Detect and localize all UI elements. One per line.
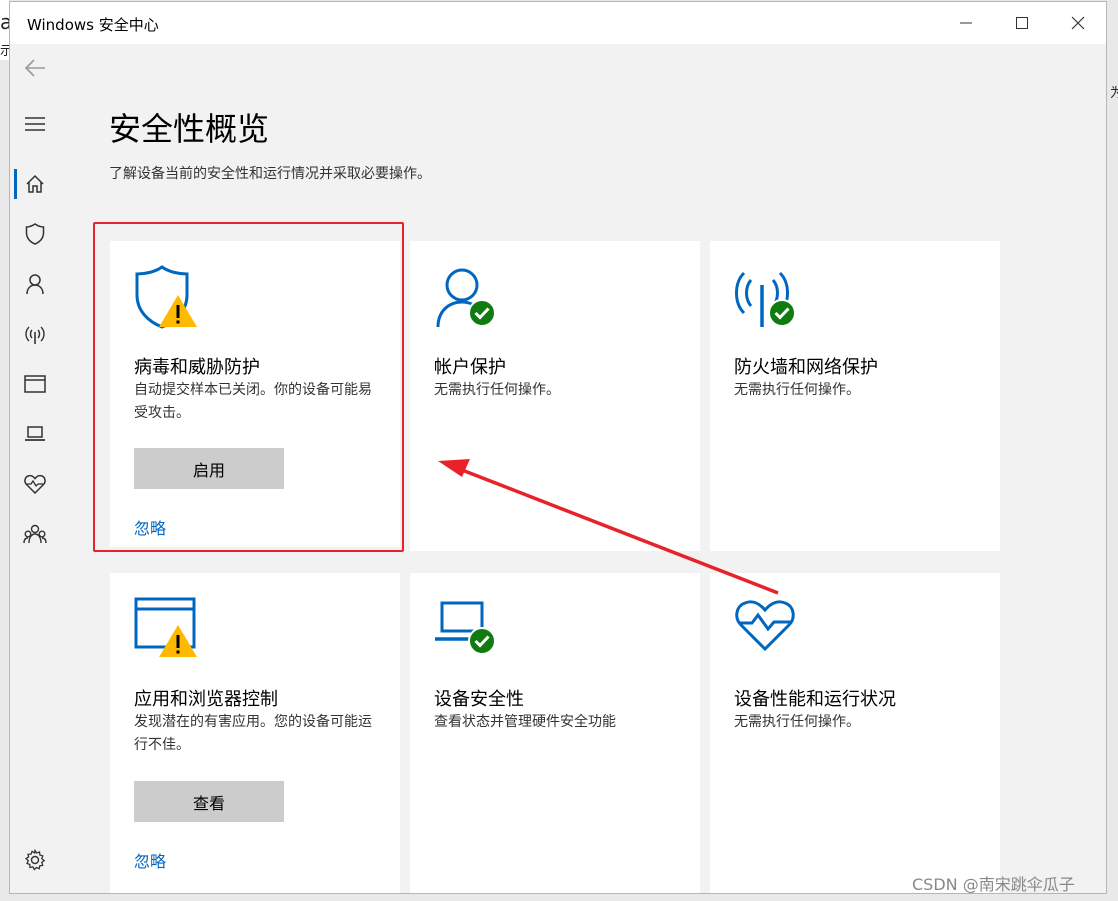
csdn-watermark: CSDN @南宋跳伞瓜子 bbox=[912, 875, 1075, 894]
annotation-arrow bbox=[438, 459, 779, 595]
